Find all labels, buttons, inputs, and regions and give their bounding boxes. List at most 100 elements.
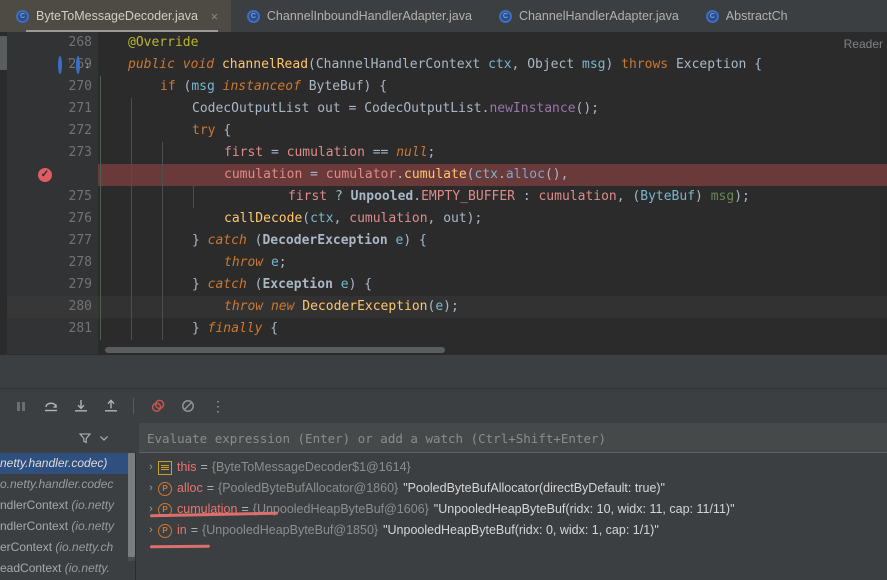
editor-gutter[interactable]: 268 269 ↑ ↓ 270 271 272 273 ✓ 275 276 27… <box>7 32 98 354</box>
frames-scrollbar-thumb[interactable] <box>128 453 135 557</box>
variable-string-value: "UnpooledHeapByteBuf(ridx: 0, widx: 1, c… <box>383 523 659 537</box>
close-icon[interactable]: × <box>209 10 220 23</box>
evaluate-bar: Evaluate expression (Enter) or add a wat… <box>0 423 887 453</box>
editor-tab-label: ByteToMessageDecoder.java <box>36 9 198 23</box>
step-out-button[interactable] <box>98 393 124 419</box>
vertical-dots-icon: ⋮ <box>211 398 225 414</box>
variable-reference: {ByteToMessageDecoder$1@1614} <box>211 460 411 474</box>
frame-row[interactable]: eadContext (io.netty. <box>0 558 135 579</box>
code-content[interactable]: Reader @Override public void channelRead… <box>98 32 887 354</box>
editor-tab-label: ChannelInboundHandlerAdapter.java <box>266 9 472 23</box>
editor-horizontal-scrollbar[interactable] <box>105 347 445 353</box>
debug-toolbar-top-border <box>0 388 887 389</box>
annotation-underline-in <box>149 544 211 549</box>
parameter-value-icon: P <box>158 481 172 496</box>
variables-panel[interactable]: › this = {ByteToMessageDecoder$1@1614} ›… <box>136 453 887 580</box>
breakpoint-icon[interactable]: ✓ <box>38 168 52 182</box>
evaluate-expression-input[interactable]: Evaluate expression (Enter) or add a wat… <box>139 423 887 453</box>
code-line: } catch (DecoderException e) { <box>98 230 887 252</box>
editor-tab-label: ChannelHandlerAdapter.java <box>518 9 679 23</box>
gutter-line: 272 <box>7 120 98 142</box>
line-number: 281 <box>68 321 92 336</box>
gutter-line: 275 <box>7 186 98 208</box>
intellij-debugger-window: C ByteToMessageDecoder.java × C ChannelI… <box>0 0 887 580</box>
debugger-toolbar: ⋮ <box>0 390 887 422</box>
line-number: 273 <box>68 145 92 160</box>
variable-row-this[interactable]: › this = {ByteToMessageDecoder$1@1614} <box>136 457 887 478</box>
variable-row-in[interactable]: › P in = {UnpooledHeapByteBuf@1850} "Unp… <box>136 520 887 541</box>
frames-vertical-scrollbar[interactable] <box>128 453 135 561</box>
line-number: 270 <box>68 79 92 94</box>
variables-filter-group[interactable] <box>78 423 138 453</box>
frame-row[interactable]: ndlerContext (io.netty <box>0 495 135 516</box>
line-number: 277 <box>68 233 92 248</box>
frame-row[interactable]: o.netty.handler.codec <box>0 474 135 495</box>
variable-name: in <box>177 523 187 537</box>
editor-debug-divider <box>0 354 887 355</box>
editor-tab-channel-handler-adapter[interactable]: C ChannelHandlerAdapter.java <box>483 0 690 32</box>
variable-string-value: "UnpooledHeapByteBuf(ridx: 10, widx: 11,… <box>433 502 735 516</box>
step-into-button[interactable] <box>68 393 94 419</box>
more-options-button[interactable]: ⋮ <box>205 393 231 419</box>
java-class-icon: C <box>498 9 512 23</box>
step-over-button[interactable] <box>38 393 64 419</box>
gutter-line: 278 <box>7 252 98 274</box>
view-breakpoints-button[interactable] <box>175 393 201 419</box>
editor-tab-channel-inbound-handler-adapter[interactable]: C ChannelInboundHandlerAdapter.java <box>231 0 483 32</box>
step-into-icon <box>75 400 87 412</box>
code-line-breakpoint: cumulation = cumulator.cumulate(ctx.allo… <box>98 164 887 186</box>
expand-chevron-icon[interactable]: › <box>144 457 158 478</box>
filter-icon[interactable] <box>78 431 92 445</box>
variable-equals: = <box>206 481 215 495</box>
code-line: try { <box>98 120 887 142</box>
code-line: CodecOutputList out = CodecOutputList.ne… <box>98 98 887 120</box>
line-number: 276 <box>68 211 92 226</box>
gutter-line: 279 <box>7 274 98 296</box>
expand-chevron-icon[interactable]: › <box>144 478 158 499</box>
frame-row[interactable]: ndlerContext (io.netty <box>0 516 135 537</box>
editor-left-scrollbar[interactable] <box>0 32 7 354</box>
code-line: @Override <box>128 35 199 50</box>
gutter-line: 273 <box>7 142 98 164</box>
editor-tab-byte-to-message-decoder[interactable]: C ByteToMessageDecoder.java × <box>0 0 231 32</box>
code-line: public void channelRead(ChannelHandlerCo… <box>128 57 763 72</box>
java-class-icon: C <box>705 9 719 23</box>
gutter-line-breakpoint: ✓ <box>7 164 98 186</box>
code-line: if (msg instanceof ByteBuf) { <box>98 76 887 98</box>
code-line: throw e; <box>98 252 887 274</box>
frame-label: eadContext <box>0 561 65 575</box>
overriding-method-icon[interactable]: ↑ <box>58 56 72 74</box>
expand-chevron-icon[interactable]: › <box>144 520 158 541</box>
frame-package: (io.netty. <box>64 561 110 575</box>
code-line-current: throw new DecoderException(e); <box>98 296 887 318</box>
implemented-method-icon[interactable]: ↓ <box>76 56 90 74</box>
gutter-line: 281 <box>7 318 98 340</box>
frame-row[interactable]: netty.handler.codec) <box>0 453 135 474</box>
gutter-line-current: 280 <box>7 296 98 318</box>
editor-tab-label: AbstractCh <box>725 9 788 23</box>
variable-row-cumulation[interactable]: › P cumulation = {UnpooledHeapByteBuf@16… <box>136 499 887 520</box>
line-number: 279 <box>68 277 92 292</box>
frame-label: netty.handler.codec) <box>0 456 108 470</box>
editor-tab-abstract-channel[interactable]: C AbstractCh <box>690 0 799 32</box>
variable-name: alloc <box>177 481 203 495</box>
java-class-icon: C <box>246 9 260 23</box>
gutter-line: 277 <box>7 230 98 252</box>
gutter-line: 271 <box>7 98 98 120</box>
toolbar-separator <box>133 398 134 414</box>
line-number: 268 <box>68 35 92 50</box>
code-editor[interactable]: 268 269 ↑ ↓ 270 271 272 273 ✓ 275 276 27… <box>0 32 887 354</box>
step-out-icon <box>105 399 117 412</box>
line-number: 275 <box>68 189 92 204</box>
pause-program-button[interactable] <box>8 393 34 419</box>
variable-string-value: "PooledByteBufAllocator(directByDefault:… <box>403 481 665 495</box>
line-number: 272 <box>68 123 92 138</box>
chevron-down-icon[interactable] <box>98 432 110 444</box>
frames-panel[interactable]: netty.handler.codec) o.netty.handler.cod… <box>0 453 135 580</box>
mute-breakpoints-button[interactable] <box>145 393 171 419</box>
variable-row-alloc[interactable]: › P alloc = {PooledByteBufAllocator@1860… <box>136 478 887 499</box>
evaluate-placeholder: Evaluate expression (Enter) or add a wat… <box>147 430 607 446</box>
frame-row[interactable]: erContext (io.netty.ch <box>0 537 135 558</box>
gutter-line: 269 ↑ ↓ <box>7 54 98 76</box>
editor-scrollbar-thumb[interactable] <box>0 36 7 70</box>
